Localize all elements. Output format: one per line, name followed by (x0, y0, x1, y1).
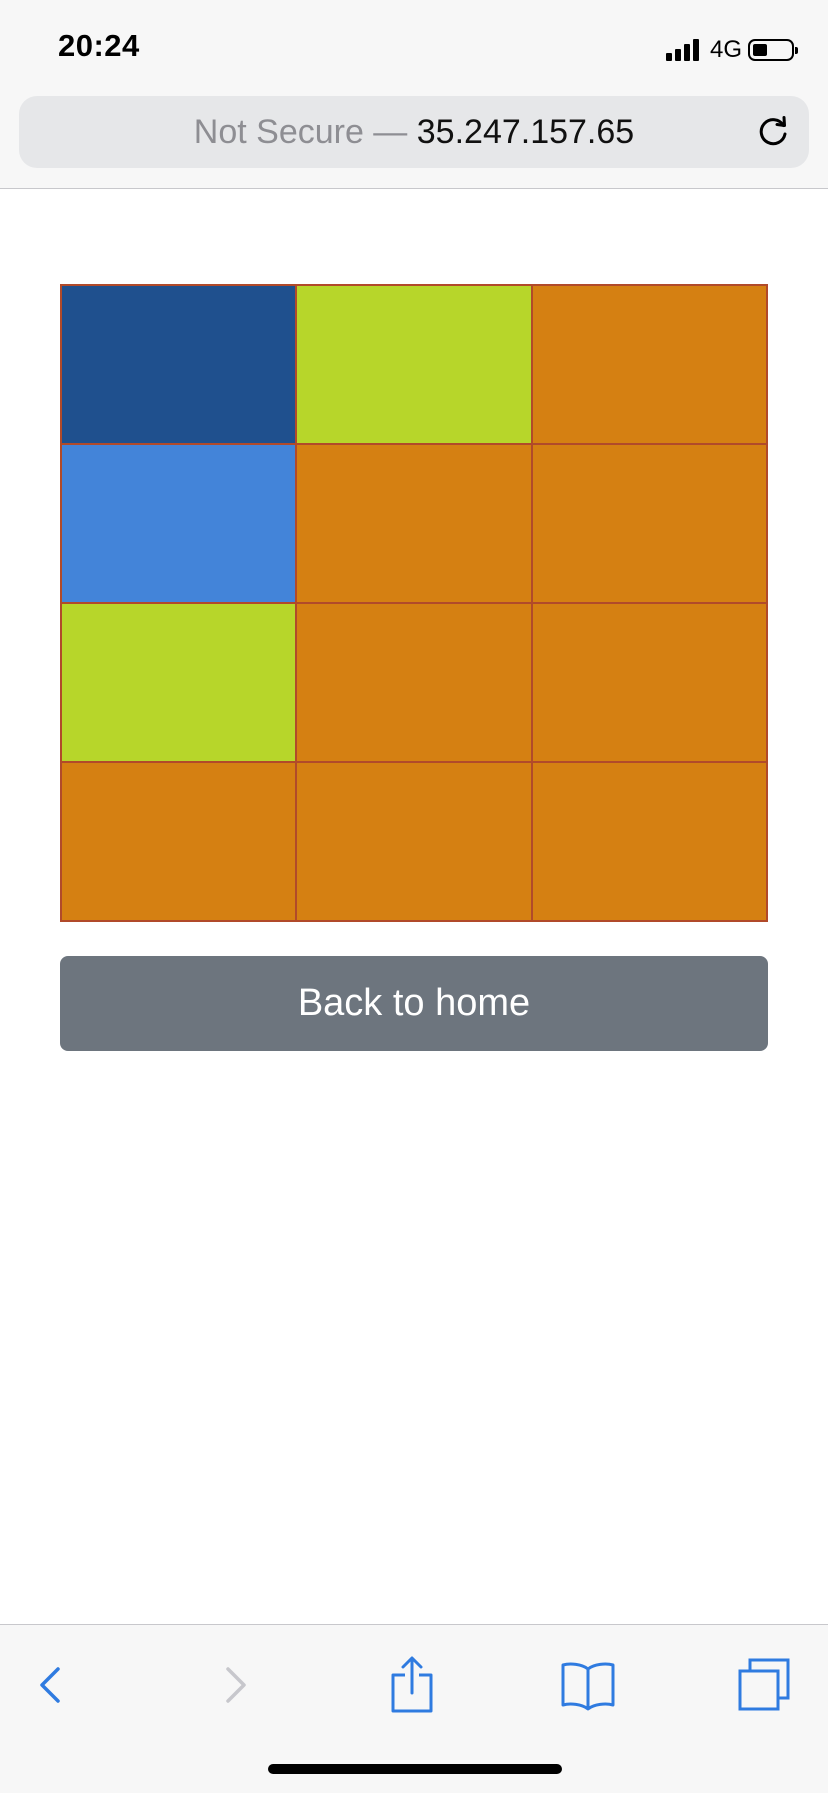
back-icon (40, 1667, 60, 1703)
grid-cell[interactable] (61, 762, 297, 921)
home-indicator[interactable] (268, 1764, 562, 1774)
grid-cell[interactable] (531, 603, 767, 762)
forward-icon (226, 1667, 246, 1703)
tabs-button[interactable] (724, 1653, 804, 1717)
grid-cell[interactable] (61, 285, 297, 444)
tabs-icon (738, 1658, 790, 1711)
grid-cell[interactable] (61, 444, 297, 603)
forward-button[interactable] (194, 1653, 274, 1717)
network-type: 4G (709, 36, 742, 63)
address-text: Not Secure — 35.247.157.65 (19, 96, 809, 168)
battery-icon (748, 39, 798, 61)
reload-icon[interactable] (753, 112, 793, 152)
grid-cell[interactable] (531, 762, 767, 921)
url-host: 35.247.157.65 (416, 113, 635, 151)
back-to-home-button[interactable]: Back to home (60, 956, 768, 1051)
status-time: 20:24 (58, 28, 140, 63)
grid-cell[interactable] (296, 603, 532, 762)
address-bar[interactable]: Not Secure — 35.247.157.65 (19, 96, 809, 168)
grid-cell[interactable] (296, 285, 532, 444)
back-button[interactable] (10, 1653, 90, 1717)
cellular-signal-icon (665, 39, 702, 61)
browser-top-bar: 20:24 4G Not Secure — 35.247.157.65 (0, 0, 828, 189)
grid-cell[interactable] (296, 762, 532, 921)
grid-cell[interactable] (531, 285, 767, 444)
color-grid (60, 284, 768, 922)
share-button[interactable] (372, 1653, 452, 1717)
bookmarks-button[interactable] (548, 1653, 628, 1717)
grid-cell[interactable] (296, 444, 532, 603)
share-icon (391, 1656, 433, 1713)
status-indicators: 4G (665, 34, 798, 66)
bookmarks-icon (561, 1662, 615, 1711)
grid-cell[interactable] (531, 444, 767, 603)
security-warning: Not Secure — (193, 113, 417, 151)
grid-cell[interactable] (61, 603, 297, 762)
